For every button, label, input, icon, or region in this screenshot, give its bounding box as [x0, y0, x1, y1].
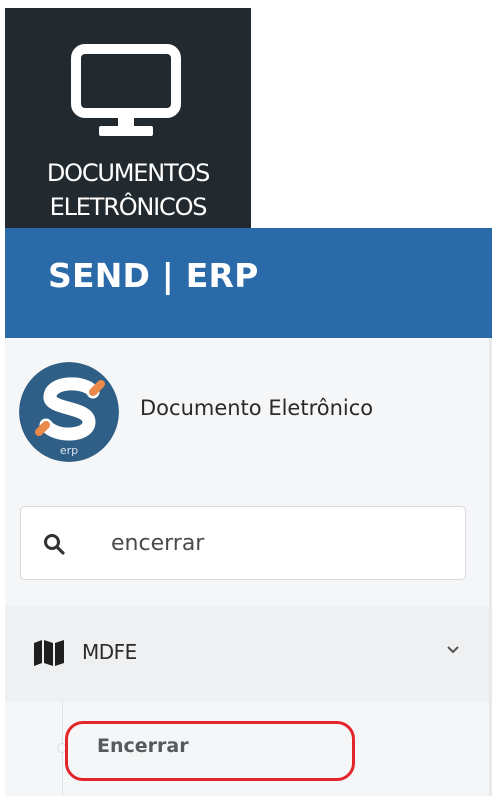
sidebar: erp Documento Eletrônico MDFE Encerrar	[5, 338, 492, 796]
brand-title[interactable]: SEND | ERP	[48, 256, 259, 295]
search-icon	[44, 534, 65, 555]
search-box[interactable]	[20, 506, 466, 580]
menu-group-label: MDFE	[82, 640, 137, 664]
search-input[interactable]	[111, 523, 451, 563]
logo-caption: erp	[60, 444, 78, 457]
app-title: Documento Eletrônico	[140, 396, 374, 420]
menu-group-mdfe[interactable]: MDFE	[5, 606, 489, 702]
submenu-mdfe: Encerrar	[5, 702, 489, 796]
tile-label-line1: DOCUMENTOS	[46, 159, 211, 187]
monitor-icon	[71, 44, 181, 136]
chevron-down-icon[interactable]	[445, 642, 461, 658]
map-icon	[34, 640, 64, 666]
top-header-bar: SEND | ERP	[5, 228, 492, 338]
documentos-eletronicos-tile[interactable]: DOCUMENTOS ELETRÔNICOS	[5, 8, 251, 228]
send-erp-logo: erp	[19, 362, 119, 462]
tile-label: DOCUMENTOS ELETRÔNICOS	[5, 156, 251, 224]
tile-label-line2: ELETRÔNICOS	[49, 193, 208, 221]
highlight-outline	[65, 721, 355, 781]
